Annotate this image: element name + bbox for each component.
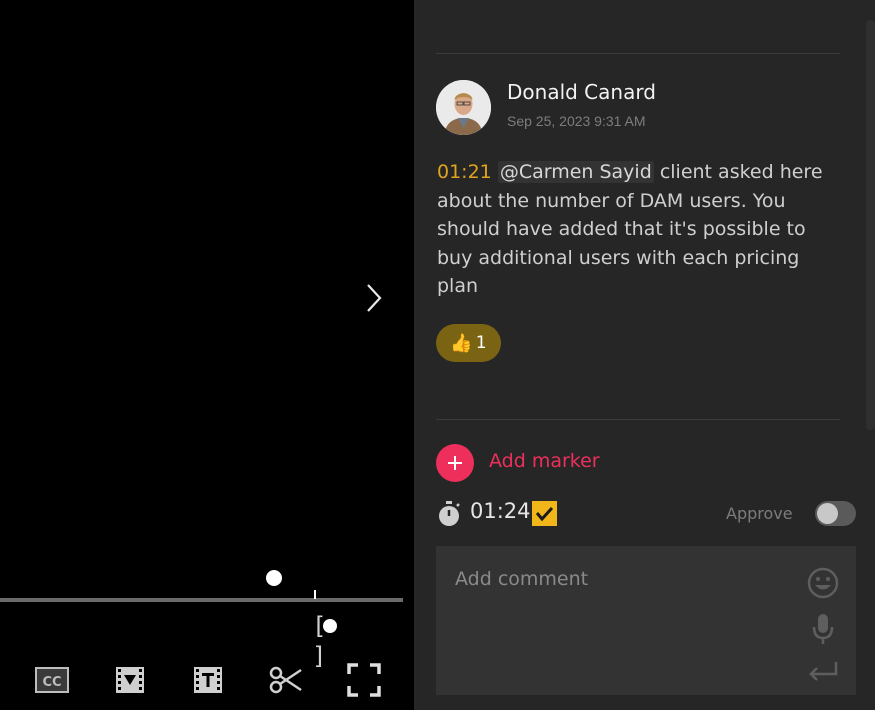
reaction-count: 1	[475, 333, 487, 353]
cc-icon: CC	[35, 667, 69, 693]
microphone-icon[interactable]	[806, 612, 840, 646]
reaction-badge[interactable]: 👍 1	[436, 324, 501, 362]
comment-composer	[436, 546, 856, 695]
panel-scrollbar[interactable]	[866, 20, 875, 430]
emoji-icon[interactable]	[806, 566, 840, 600]
player-controls: CC	[0, 660, 414, 704]
fullscreen-button[interactable]	[344, 660, 384, 700]
approve-toggle[interactable]	[815, 501, 856, 526]
range-marker-icon[interactable]: []	[312, 611, 350, 670]
closed-captions-button[interactable]: CC	[32, 660, 72, 700]
comment-timestamp: Sep 25, 2023 9:31 AM	[507, 113, 646, 129]
chevron-right-icon[interactable]	[362, 282, 386, 314]
toggle-knob	[817, 503, 838, 524]
playhead-handle[interactable]	[266, 570, 282, 586]
trim-button[interactable]	[266, 660, 306, 700]
thumbs-up-icon: 👍	[450, 332, 473, 354]
marker-tick	[314, 590, 316, 599]
text-marker-icon	[194, 667, 222, 693]
timeline-track[interactable]	[0, 598, 403, 602]
scissors-icon	[269, 666, 302, 694]
comment-time-code[interactable]: 01:21	[437, 161, 492, 183]
comment-input[interactable]	[455, 564, 795, 594]
add-marker-label[interactable]: Add marker	[489, 450, 600, 472]
video-player[interactable]: [] CC	[0, 0, 414, 710]
video-marker-button[interactable]	[110, 660, 150, 700]
comment-author: Donald Canard	[507, 80, 656, 104]
svg-text:CC: CC	[42, 675, 61, 690]
divider	[436, 419, 840, 420]
comment-time-code-value: 01:24	[470, 499, 531, 523]
add-marker-button[interactable]	[436, 444, 474, 482]
stopwatch-icon	[439, 501, 460, 526]
video-marker-icon	[116, 667, 144, 693]
time-code-checkbox[interactable]	[532, 501, 557, 526]
divider	[436, 53, 840, 54]
enter-icon[interactable]	[806, 654, 840, 688]
user-mention[interactable]: @Carmen Sayid	[497, 161, 654, 183]
comment-body: 01:21 @Carmen Sayid client asked here ab…	[437, 158, 837, 301]
approve-label: Approve	[726, 504, 793, 523]
avatar	[436, 80, 491, 135]
text-marker-button[interactable]	[188, 660, 228, 700]
checkmark-icon	[535, 506, 554, 522]
fullscreen-icon	[347, 663, 381, 697]
